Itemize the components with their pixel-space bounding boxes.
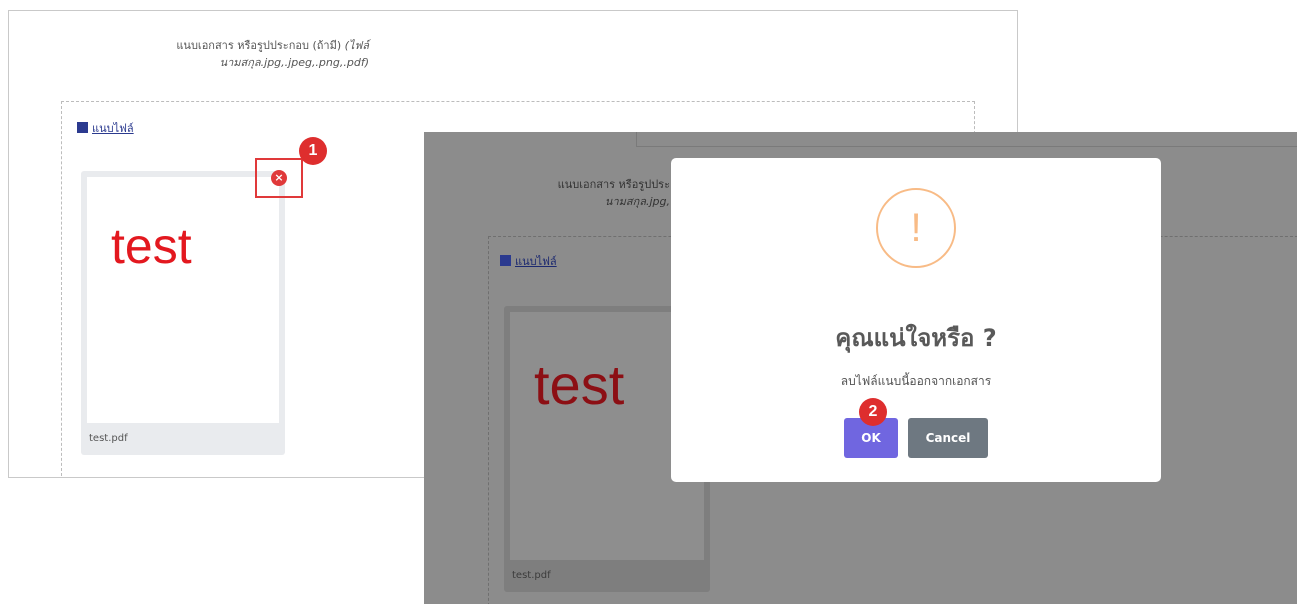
file-name: test.pdf [512,570,551,581]
attach-file-label: แนบไฟล์ [515,255,557,268]
attachment-field-label: แนบเอกสาร หรือรูปประกอบ (ถ้ามี) (ไฟล์นาม… [49,37,369,71]
field-hint-text: นามสกุล.jpg, [604,195,670,208]
attach-file-label: แนบไฟล์ [92,122,134,135]
file-preview-text: test [534,353,625,416]
panel-edge [636,132,1297,147]
cancel-button[interactable]: Cancel [908,418,988,458]
field-label-text: แนบเอกสาร หรือรูปประ [557,178,670,191]
file-icon [77,122,88,133]
file-name: test.pdf [89,433,128,444]
file-icon [500,255,511,266]
exclamation-circle-icon: ! [876,188,956,268]
upload-panel-after: แนบเอกสาร หรือรูปประ นามสกุล.jpg, แนบไฟล… [424,132,1297,604]
file-preview: test [87,177,279,423]
close-circle-icon[interactable]: × [271,170,287,186]
dialog-title: คุณแน่ใจหรือ ? [835,324,997,352]
attach-file-link[interactable]: แนบไฟล์ [77,119,134,137]
remove-highlight-box: × [255,158,303,198]
dialog-message: ลบไฟล์แนบนี้ออกจากเอกสาร [840,374,992,388]
confirm-dialog: ! คุณแน่ใจหรือ ? ลบไฟล์แนบนี้ออกจากเอกสา… [671,158,1161,482]
attach-file-link: แนบไฟล์ [500,252,557,270]
file-preview-text: test [111,218,192,274]
step-marker-2: 2 [859,398,887,426]
attachment-field-label: แนบเอกสาร หรือรูปประ นามสกุล.jpg, [520,176,670,210]
step-marker-1: 1 [299,137,327,165]
field-label-text: แนบเอกสาร หรือรูปประกอบ (ถ้ามี) [176,39,342,52]
file-card: test test.pdf [81,171,285,455]
